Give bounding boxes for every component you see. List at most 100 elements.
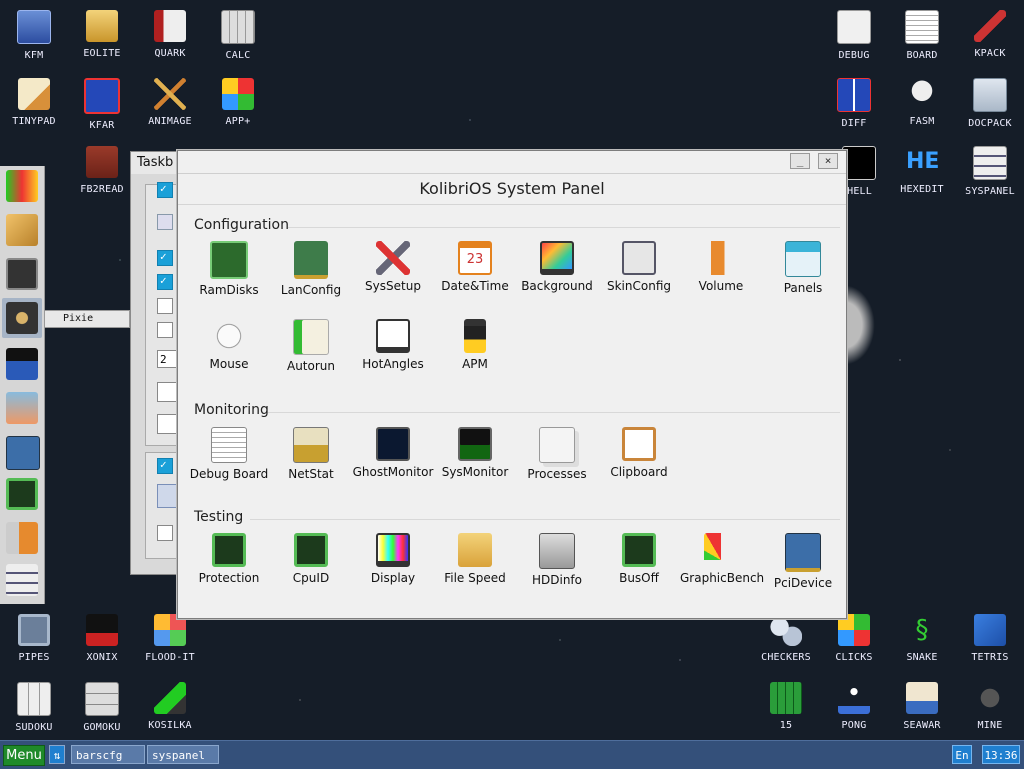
panel-title: KolibriOS System Panel [178, 174, 846, 205]
harddisk-icon [539, 533, 575, 569]
app-display[interactable]: Display [352, 533, 434, 585]
desktop-icon-diff[interactable]: DIFF [820, 78, 888, 129]
desktop-icon-snake[interactable]: § SNAKE [888, 614, 956, 663]
taskbar-task-syspanel[interactable]: syspanel [147, 745, 219, 764]
desktop-icon-checkers[interactable]: CHECKERS [752, 614, 820, 663]
desktop-icon-calc[interactable]: CALC [204, 10, 272, 61]
desktop-icon-fb2read[interactable]: FB2READ [68, 146, 136, 195]
snake-icon: § [914, 615, 930, 645]
app-skinconfig[interactable]: SkinConfig [598, 241, 680, 293]
speaker-icon[interactable] [6, 302, 38, 334]
desktop-icon-sudoku[interactable]: SUDOKU [0, 682, 68, 733]
app-syssetup[interactable]: SysSetup [352, 241, 434, 293]
gomoku-icon [85, 682, 119, 716]
checkbox[interactable] [157, 182, 173, 198]
desktop-icon-tinypad[interactable]: TINYPAD [0, 78, 68, 127]
language-indicator[interactable]: En [952, 745, 972, 764]
desktop-icon-syspanel[interactable]: SYSPANEL [956, 146, 1024, 197]
checkbox[interactable] [157, 274, 173, 290]
app-hotangles[interactable]: HotAngles [352, 319, 434, 371]
desktop-icon-xonix[interactable]: XONIX [68, 614, 136, 663]
input-field[interactable] [157, 414, 179, 434]
app-ghostmonitor[interactable]: GhostMonitor [352, 427, 434, 479]
chip-icon [212, 533, 246, 567]
desktop-icon-fasm[interactable]: FASM [888, 78, 956, 127]
desktop-icon-board[interactable]: BOARD [888, 10, 956, 61]
app-mouse[interactable]: Mouse [188, 319, 270, 371]
checkbox[interactable] [157, 322, 173, 338]
app-protection[interactable]: Protection [188, 533, 270, 585]
app-autorun[interactable]: Autorun [270, 319, 352, 373]
desktop-icon-mine[interactable]: MINE [956, 682, 1024, 731]
taskbar-switch-button[interactable]: ⇅ [49, 745, 65, 764]
app-sysmonitor[interactable]: SysMonitor [434, 427, 516, 479]
app-background[interactable]: Background [516, 241, 598, 293]
checkbox[interactable] [157, 298, 173, 314]
app-filespeed[interactable]: File Speed [434, 533, 516, 585]
cabinet-icon [973, 78, 1007, 112]
chip-icon[interactable] [6, 478, 38, 510]
app-apm[interactable]: APM [434, 319, 516, 371]
network-card-icon[interactable] [6, 436, 40, 470]
app-busoff[interactable]: BusOff [598, 533, 680, 585]
desktop-icon-hexedit[interactable]: HE HEXEDIT [888, 146, 956, 195]
desktop-icon-15[interactable]: 15 [752, 682, 820, 731]
midi-player-icon[interactable] [6, 348, 38, 380]
image-viewer-icon[interactable] [6, 392, 38, 424]
text-icon[interactable] [6, 258, 38, 290]
floppy-icon [17, 10, 51, 44]
divider [268, 412, 840, 413]
desktop-icon-seawar[interactable]: SEAWAR [888, 682, 956, 731]
desktop-icon-tetris[interactable]: TETRIS [956, 614, 1024, 663]
app-processes[interactable]: Processes [516, 427, 598, 481]
checkbox[interactable] [157, 525, 173, 541]
app-netstat[interactable]: NetStat [270, 427, 352, 481]
checkbox[interactable] [157, 458, 173, 474]
desktop-icon-kosilka[interactable]: KOSILKA [136, 682, 204, 731]
sliders-icon[interactable] [6, 564, 38, 596]
app-debugboard[interactable]: Debug Board [188, 427, 270, 481]
app-clipboard[interactable]: Clipboard [598, 427, 680, 479]
desktop-icon-eolite[interactable]: EOLITE [68, 10, 136, 59]
window-titlebar[interactable]: _ × [178, 151, 846, 174]
menu-button[interactable]: Menu [3, 745, 45, 766]
desktop-icon-pong[interactable]: PONG [820, 682, 888, 731]
checkbox[interactable] [157, 250, 173, 266]
desktop-icon-gomoku[interactable]: GOMOKU [68, 682, 136, 733]
desktop-icon-debug[interactable]: DEBUG [820, 10, 888, 61]
desktop-icon-clicks[interactable]: CLICKS [820, 614, 888, 663]
brush-pencil-icon [154, 78, 186, 110]
close-button[interactable]: × [818, 153, 838, 169]
desktop-icon-docpack[interactable]: DOCPACK [956, 78, 1024, 129]
divider [288, 227, 840, 228]
app-graphicbench[interactable]: GraphicBench [680, 533, 764, 585]
app-cpuid[interactable]: CpuID [270, 533, 352, 585]
desktop-icon-quark[interactable]: QUARK [136, 10, 204, 59]
app-ramdisks[interactable]: RamDisks [188, 241, 270, 297]
taskbar-task-barscfg[interactable]: barscfg [71, 745, 145, 764]
desktop-icon-pipes[interactable]: PIPES [0, 614, 68, 663]
app-panels[interactable]: Panels [762, 241, 844, 295]
system-panel-window[interactable]: _ × KolibriOS System Panel Configuration… [177, 150, 847, 619]
number-field[interactable]: 2 [157, 350, 177, 368]
color-swatch[interactable] [157, 484, 179, 508]
app-hddinfo[interactable]: HDDinfo [516, 533, 598, 587]
app-lanconfig[interactable]: LanConfig [270, 241, 352, 297]
clock[interactable]: 13:36 [982, 745, 1020, 764]
desktop-icon-kfar[interactable]: KFAR [68, 78, 136, 131]
desktop-icon-kpack[interactable]: KPACK [956, 10, 1024, 59]
folder-icon [86, 10, 118, 42]
sliders-icon [973, 146, 1007, 180]
app-volume[interactable]: Volume [680, 241, 762, 293]
desktop-icon-kfm[interactable]: KFM [0, 10, 68, 61]
desktop-icon-animage[interactable]: ANIMAGE [136, 78, 204, 127]
app-pcidevice[interactable]: PciDevice [762, 533, 844, 590]
minimize-button[interactable]: _ [790, 153, 810, 169]
package-icon[interactable] [6, 214, 38, 246]
desktop-icon-appplus[interactable]: APP+ [204, 78, 272, 127]
irc-icon[interactable] [6, 170, 38, 202]
desktop-icon-floodit[interactable]: FLOOD-IT [136, 614, 204, 663]
app-datetime[interactable]: 23 Date&Time [434, 241, 516, 293]
volume-icon[interactable] [6, 522, 38, 554]
input-field[interactable] [157, 382, 179, 402]
